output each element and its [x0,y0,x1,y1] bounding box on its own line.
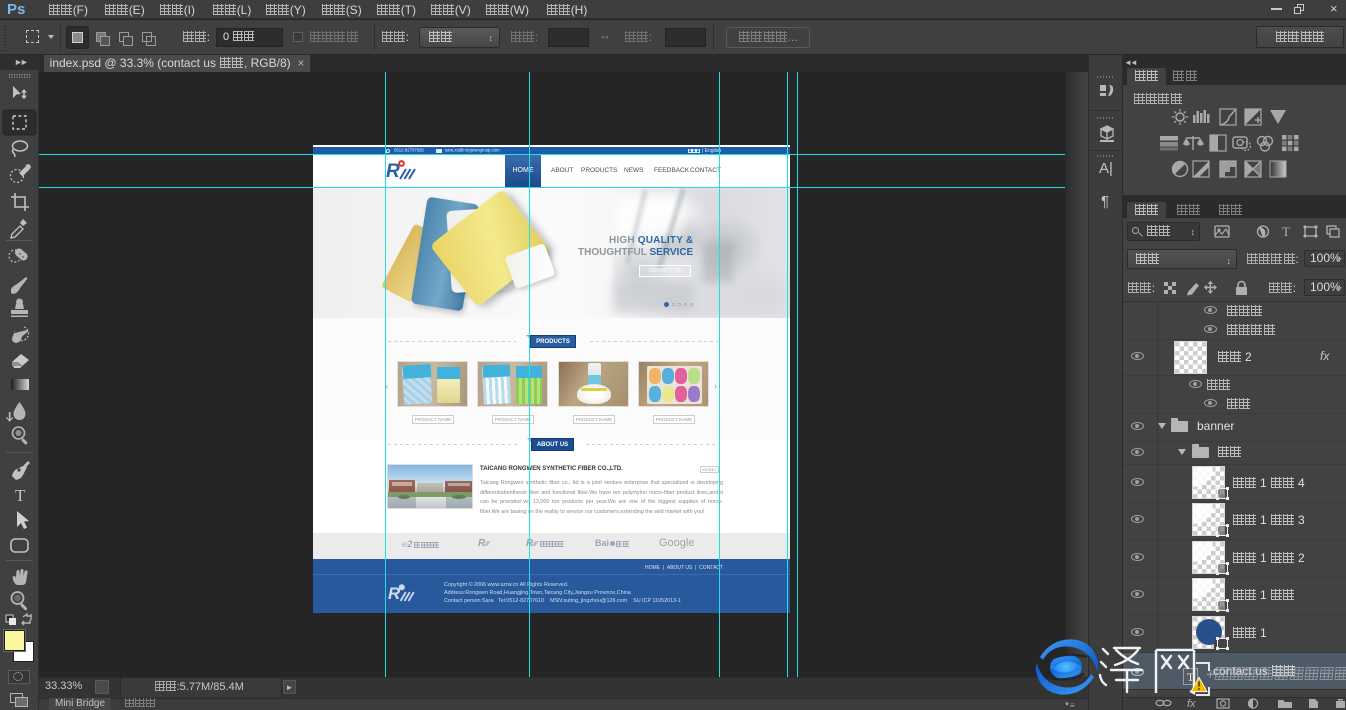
svg-text:T: T [15,486,26,505]
svg-text:T: T [1282,224,1290,239]
svg-text:fx: fx [1187,698,1196,710]
svg-text:R: R [386,161,400,182]
